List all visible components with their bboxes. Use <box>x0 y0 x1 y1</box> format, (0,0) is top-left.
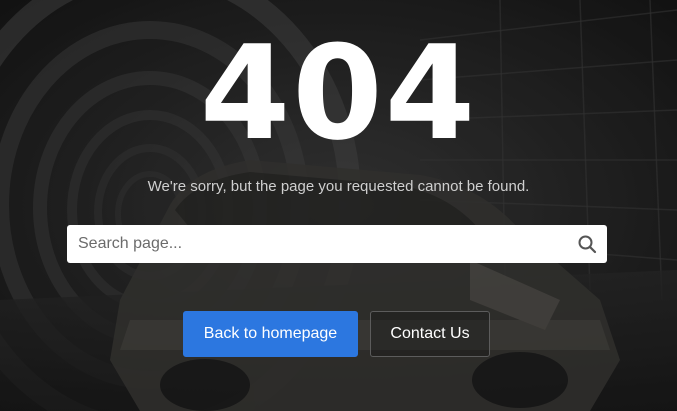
search-icon[interactable] <box>577 234 597 254</box>
back-to-homepage-button[interactable]: Back to homepage <box>183 311 358 357</box>
error-code: 404 <box>199 17 478 169</box>
error-page: 404 We're sorry, but the page you reques… <box>0 0 677 411</box>
search-input[interactable] <box>67 225 567 263</box>
error-message: We're sorry, but the page you requested … <box>147 178 530 195</box>
search-box <box>67 225 607 263</box>
contact-us-button[interactable]: Contact Us <box>370 311 490 357</box>
back-to-homepage-label: Back to homepage <box>203 325 338 342</box>
error-content: 404 We're sorry, but the page you reques… <box>0 0 677 411</box>
contact-us-label: Contact Us <box>390 325 470 342</box>
